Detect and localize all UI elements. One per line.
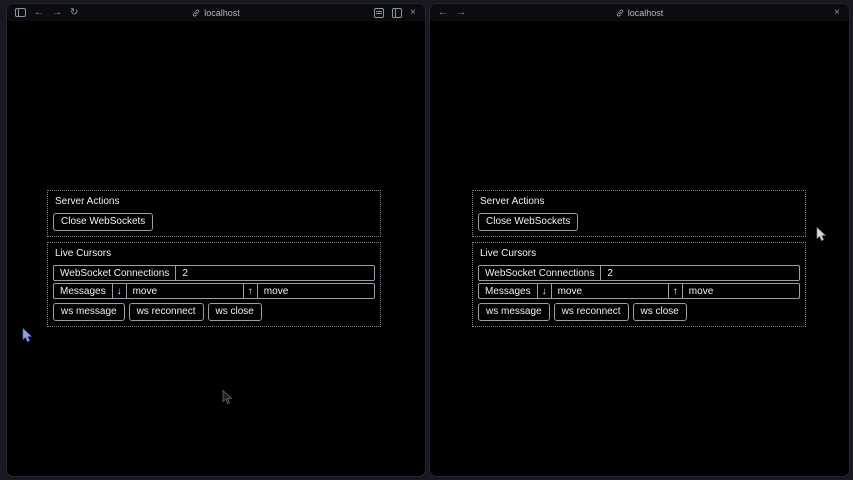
live-cursors-title: Live Cursors [478, 247, 800, 263]
browser-window-left: ← → ↻ localhost × Server Actions Clo [7, 4, 425, 476]
titlebar: ← → ↻ localhost × [7, 4, 425, 21]
titlebar: ← → localhost × [430, 4, 849, 21]
titlebar-left-controls: ← → ↻ [7, 8, 78, 18]
url-text: localhost [204, 8, 240, 18]
arrow-down-icon: ↓ [537, 284, 551, 298]
connections-value: 2 [175, 266, 374, 280]
messages-label: Messages [54, 284, 112, 298]
ws-message-button[interactable]: ws message [478, 303, 550, 321]
ws-message-button[interactable]: ws message [53, 303, 125, 321]
ws-buttons-row: ws message ws reconnect ws close [53, 303, 375, 321]
back-icon[interactable]: ← [34, 8, 44, 18]
messages-row: Messages ↓ move ↑ move [478, 283, 800, 299]
panel-icon[interactable] [374, 8, 384, 18]
forward-icon[interactable]: → [456, 8, 466, 18]
link-icon [192, 9, 200, 17]
ws-close-button[interactable]: ws close [208, 303, 262, 321]
live-cursors-panel: Live Cursors WebSocket Connections 2 Mes… [47, 242, 381, 327]
split-view-icon[interactable] [392, 8, 402, 18]
panel-stack: Server Actions Close WebSockets Live Cur… [472, 190, 806, 327]
back-icon[interactable]: ← [438, 8, 448, 18]
address-display[interactable]: localhost [430, 4, 849, 21]
ws-reconnect-button[interactable]: ws reconnect [129, 303, 204, 321]
connections-value: 2 [600, 266, 799, 280]
messages-row: Messages ↓ move ↑ move [53, 283, 375, 299]
url-text: localhost [628, 8, 664, 18]
close-websockets-button[interactable]: Close WebSockets [53, 213, 153, 231]
desktop: { "icons": { "back": "←", "forward": "→"… [0, 0, 853, 480]
incoming-message-value: move [682, 284, 799, 298]
ws-close-button[interactable]: ws close [633, 303, 687, 321]
page-content: Server Actions Close WebSockets Live Cur… [430, 21, 849, 476]
server-actions-title: Server Actions [478, 195, 800, 211]
close-websockets-button[interactable]: Close WebSockets [478, 213, 578, 231]
arrow-down-icon: ↓ [112, 284, 126, 298]
forward-icon[interactable]: → [52, 8, 62, 18]
live-cursors-title: Live Cursors [53, 247, 375, 263]
server-actions-panel: Server Actions Close WebSockets [47, 190, 381, 237]
page-content: Server Actions Close WebSockets Live Cur… [7, 21, 425, 476]
server-actions-title: Server Actions [53, 195, 375, 211]
connections-row: WebSocket Connections 2 [478, 265, 800, 281]
close-icon[interactable]: × [834, 8, 840, 18]
panel-stack: Server Actions Close WebSockets Live Cur… [47, 190, 381, 327]
titlebar-right-controls: × [834, 8, 849, 18]
connections-row: WebSocket Connections 2 [53, 265, 375, 281]
refresh-icon[interactable]: ↻ [70, 8, 78, 18]
connections-label: WebSocket Connections [54, 266, 175, 280]
outgoing-message-value: move [551, 284, 668, 298]
live-cursors-panel: Live Cursors WebSocket Connections 2 Mes… [472, 242, 806, 327]
ws-buttons-row: ws message ws reconnect ws close [478, 303, 800, 321]
link-icon [616, 9, 624, 17]
close-icon[interactable]: × [410, 8, 416, 18]
messages-label: Messages [479, 284, 537, 298]
arrow-up-icon: ↑ [668, 284, 682, 298]
titlebar-right-controls: × [374, 8, 425, 18]
browser-window-right: ← → localhost × Server Actions Close Web… [430, 4, 849, 476]
connections-label: WebSocket Connections [479, 266, 600, 280]
ws-reconnect-button[interactable]: ws reconnect [554, 303, 629, 321]
arrow-up-icon: ↑ [243, 284, 257, 298]
titlebar-left-controls: ← → [430, 8, 466, 18]
outgoing-message-value: move [126, 284, 243, 298]
sidebar-toggle-icon[interactable] [15, 8, 26, 17]
server-actions-panel: Server Actions Close WebSockets [472, 190, 806, 237]
incoming-message-value: move [257, 284, 374, 298]
